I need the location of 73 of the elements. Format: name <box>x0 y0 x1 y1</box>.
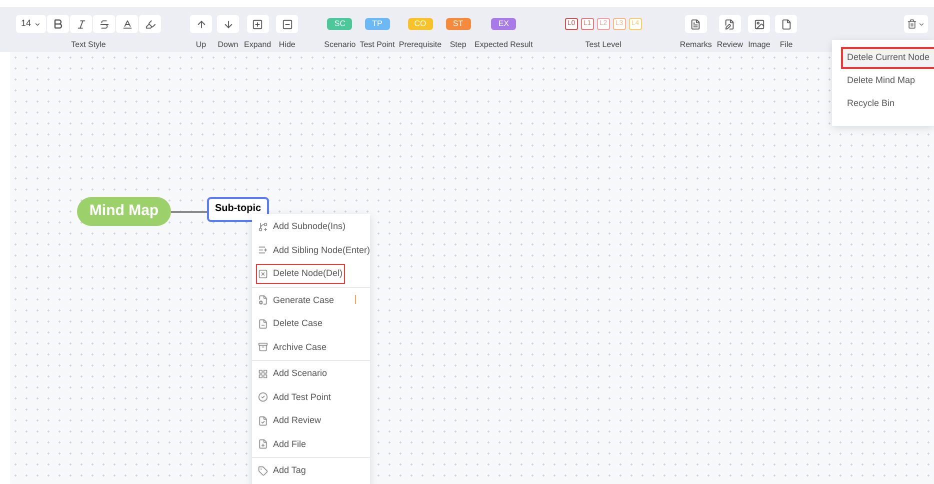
file-plus-icon <box>258 439 268 450</box>
toolbar-button[interactable] <box>276 15 298 33</box>
down-arrow-icon <box>222 18 234 30</box>
document-check-icon <box>258 416 268 426</box>
font-color-button[interactable] <box>116 15 138 33</box>
tag-label: Prerequisite <box>398 39 442 51</box>
button-label: Hide <box>278 39 296 51</box>
menu-item[interactable]: Delete Node(Del) <box>256 264 345 284</box>
menu-item[interactable]: Recycle Bin <box>841 93 901 115</box>
button-label: Review <box>716 39 744 51</box>
toolbar-button[interactable] <box>718 15 741 33</box>
toolbar-button[interactable] <box>775 15 798 33</box>
italic-button[interactable] <box>70 15 92 33</box>
tag-label: Expected Result <box>474 39 533 51</box>
button-label: Down <box>218 39 238 51</box>
collapse-icon <box>282 18 293 30</box>
tag-label: Step <box>450 39 466 51</box>
file-icon <box>780 18 792 30</box>
menu-item[interactable]: Delete Case <box>256 314 325 334</box>
tag-icon <box>258 466 268 476</box>
button-label: Image <box>748 39 770 51</box>
menu-item[interactable]: Archive Case <box>256 337 329 358</box>
tag-label: Scenario <box>324 39 356 51</box>
tag-label: Test Point <box>360 39 395 51</box>
document-minus-icon <box>258 318 268 329</box>
list-plus-icon <box>258 245 268 256</box>
group-label: Text Style <box>71 39 106 51</box>
strikethrough-button[interactable] <box>93 15 115 33</box>
italic-icon <box>76 18 86 30</box>
caret-icon <box>34 20 41 28</box>
toolbar-button[interactable] <box>748 15 770 33</box>
menu-item[interactable]: Add Test Point <box>256 387 333 408</box>
menu-item[interactable]: Add File <box>256 434 308 454</box>
toolbar-button[interactable] <box>246 15 269 33</box>
topic-node[interactable]: Sub-topic <box>207 197 269 222</box>
menu-item[interactable]: Add Scenario <box>256 364 330 384</box>
archive-icon <box>258 342 268 352</box>
button-label: Expand <box>244 39 272 51</box>
edit-document-icon <box>724 18 736 30</box>
delete-node-icon <box>258 268 268 279</box>
font-size-select[interactable]: 14 <box>16 15 46 33</box>
connector-line <box>171 211 208 213</box>
menu-item[interactable]: Add Review <box>256 410 324 431</box>
expand-icon <box>252 18 264 30</box>
menu-item[interactable]: Delete Mind Map <box>841 70 922 92</box>
group-label: Test Level <box>585 39 622 51</box>
menu-item[interactable]: Generate Case <box>256 290 336 310</box>
bold-icon <box>52 18 64 30</box>
font-color-icon <box>122 18 132 30</box>
up-arrow-icon <box>196 18 206 30</box>
toolbar-button[interactable] <box>217 15 239 33</box>
caret-icon <box>918 20 925 28</box>
grid-icon <box>258 368 268 379</box>
highlighter-icon <box>144 18 156 30</box>
marker-line <box>355 294 356 304</box>
image-icon <box>754 18 765 30</box>
button-label: File <box>780 39 793 51</box>
button-label: Up <box>196 39 206 51</box>
menu-item[interactable]: Add Sibling Node(Enter) <box>256 240 372 260</box>
bold-button[interactable] <box>47 15 69 33</box>
document-gear-icon <box>258 295 268 306</box>
toolbar-button[interactable] <box>684 15 707 33</box>
button-label: Remarks <box>680 39 712 51</box>
menu-item[interactable]: Add Tag <box>256 460 308 481</box>
trash-icon <box>907 19 917 29</box>
branch-icon <box>258 222 268 232</box>
check-circle-icon <box>258 392 268 402</box>
highlight-button[interactable] <box>139 15 161 33</box>
delete-dropdown[interactable] <box>904 15 928 33</box>
strikethrough-icon <box>98 18 110 30</box>
document-icon <box>690 18 702 30</box>
menu-item[interactable]: Detele Current Node <box>841 47 934 69</box>
toolbar-button[interactable] <box>190 15 212 33</box>
